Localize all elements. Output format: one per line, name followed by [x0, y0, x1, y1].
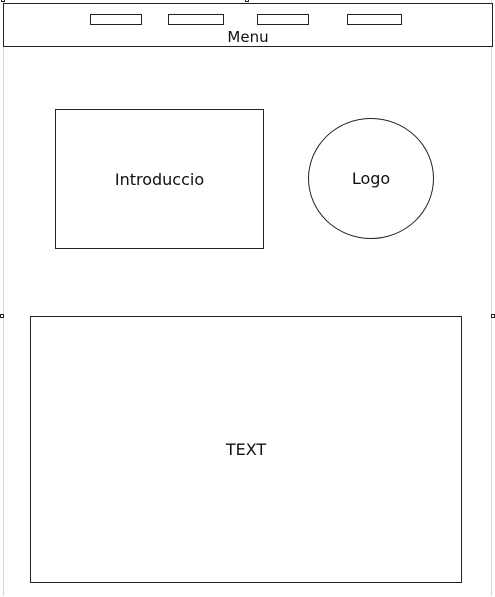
resize-handle-middle-left[interactable]: [0, 314, 4, 318]
menu-item-3[interactable]: [257, 14, 309, 25]
menu-label: Menu: [227, 28, 269, 46]
menu-item-1[interactable]: [90, 14, 142, 25]
introduction-label: Introduccio: [114, 169, 205, 189]
menu-item-4[interactable]: [347, 14, 402, 25]
menu-bar: Menu: [3, 3, 493, 47]
introduction-box[interactable]: Introduccio: [55, 109, 264, 249]
resize-handle-top-left[interactable]: [1, 0, 5, 2]
text-content-box[interactable]: TEXT: [30, 316, 462, 583]
resize-handle-top-center[interactable]: [245, 0, 249, 2]
menu-item-2[interactable]: [168, 14, 224, 25]
resize-handle-middle-right[interactable]: [491, 314, 495, 318]
logo-label: Logo: [351, 169, 391, 188]
text-content-label: TEXT: [225, 440, 267, 459]
logo-circle[interactable]: Logo: [308, 118, 434, 239]
